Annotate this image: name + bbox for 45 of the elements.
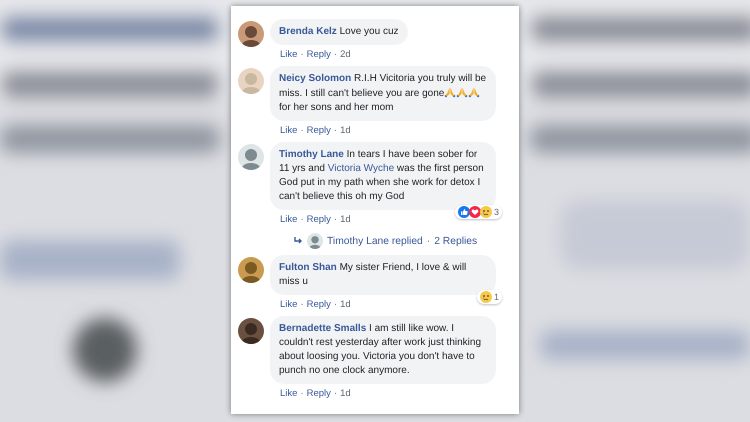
- action-link[interactable]: Reply: [306, 214, 331, 225]
- timestamp: 1d: [340, 214, 351, 225]
- avatar[interactable]: [238, 257, 264, 283]
- separator: ·: [334, 388, 338, 399]
- separator: ·: [300, 125, 304, 136]
- reply-arrow-icon: [294, 237, 303, 245]
- separator: ·: [334, 125, 338, 136]
- separator: ·: [334, 299, 338, 310]
- separator: ·: [426, 236, 430, 246]
- replies-link[interactable]: 2 Replies: [434, 236, 478, 246]
- separator: ·: [334, 214, 338, 225]
- separator: ·: [300, 299, 304, 310]
- separator: ·: [300, 214, 304, 225]
- timestamp: 1d: [340, 388, 351, 399]
- sad-face-icon: [480, 291, 492, 303]
- thumbs-up-icon: [458, 206, 470, 218]
- comment-text: Bernadette Smalls I am still like wow. I couldn't rest yesterday after work just thinking about loosing you. Victoria you don't have to punch no one clock anymore.: [279, 322, 482, 378]
- separator: ·: [300, 49, 304, 60]
- action-link[interactable]: Like: [280, 388, 298, 399]
- comment-text: Timothy Lane In tears I have been sober for 11 yrs and Victoria Wyche was the first person God put in my path when she work for detox I can't believe this oh my God: [279, 148, 485, 204]
- praying-hands-icon: [444, 86, 456, 98]
- timestamp: 2d: [340, 49, 351, 60]
- action-link[interactable]: Like: [280, 299, 298, 310]
- reactions-badge[interactable]: 3: [454, 205, 502, 219]
- separator: ·: [334, 49, 338, 60]
- action-link[interactable]: Reply: [306, 388, 331, 399]
- action-link[interactable]: Like: [280, 214, 298, 225]
- separator: ·: [300, 388, 304, 399]
- comment-text: Neicy Solomon R.I.H Vicitoria you truly will be miss. I still can't believe you are gone for her sons and her mom: [279, 72, 487, 115]
- timestamp: 1d: [340, 125, 351, 136]
- action-link[interactable]: Like: [280, 49, 298, 60]
- avatar[interactable]: [238, 318, 264, 344]
- action-link[interactable]: Reply: [306, 125, 331, 136]
- comment-text: Brenda Kelz Love you cuz: [279, 25, 399, 39]
- avatar[interactable]: [238, 21, 264, 47]
- reactions-badge[interactable]: 1: [476, 290, 502, 304]
- praying-hands-icon: [468, 86, 480, 98]
- comment-text: Fulton Shan My sister Friend, I love & will miss u: [279, 261, 468, 289]
- action-link[interactable]: Reply: [306, 49, 331, 60]
- sad-face-icon: [480, 206, 492, 218]
- timestamp: 1d: [340, 299, 351, 310]
- action-link[interactable]: Reply: [306, 299, 331, 310]
- replies-link[interactable]: Timothy Lane replied: [327, 236, 423, 246]
- action-link[interactable]: Like: [280, 125, 298, 136]
- praying-hands-icon: [456, 86, 468, 98]
